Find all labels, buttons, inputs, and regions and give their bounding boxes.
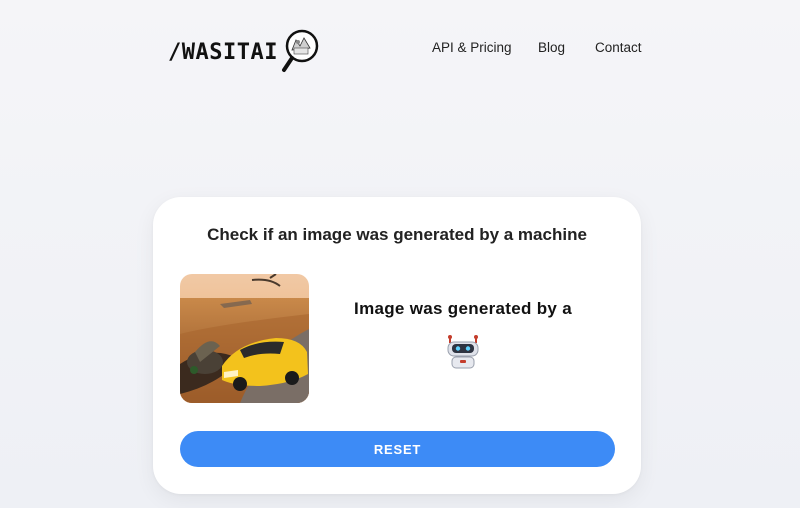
logo-link[interactable]: /WASITAI xyxy=(168,28,320,76)
detector-card: Check if an image was generated by a mac… xyxy=(153,197,641,494)
card-title: Check if an image was generated by a mac… xyxy=(207,225,587,244)
uploaded-image xyxy=(180,274,309,403)
logo-text: /WASITAI xyxy=(168,39,278,65)
nav-contact[interactable]: Contact xyxy=(595,40,642,55)
reset-button[interactable]: RESET xyxy=(180,431,615,467)
nav-api-pricing[interactable]: API & Pricing xyxy=(432,40,512,55)
sports-car-field-image xyxy=(180,274,309,403)
result-text: Image was generated by a xyxy=(354,299,572,318)
nav-blog[interactable]: Blog xyxy=(538,40,565,55)
result-panel: Image was generated by a xyxy=(323,299,603,369)
robot-icon xyxy=(447,335,479,369)
magnifier-logo-icon xyxy=(281,29,319,72)
page: /WASITAI API & Pricing Blog Contact Chec… xyxy=(0,0,800,508)
